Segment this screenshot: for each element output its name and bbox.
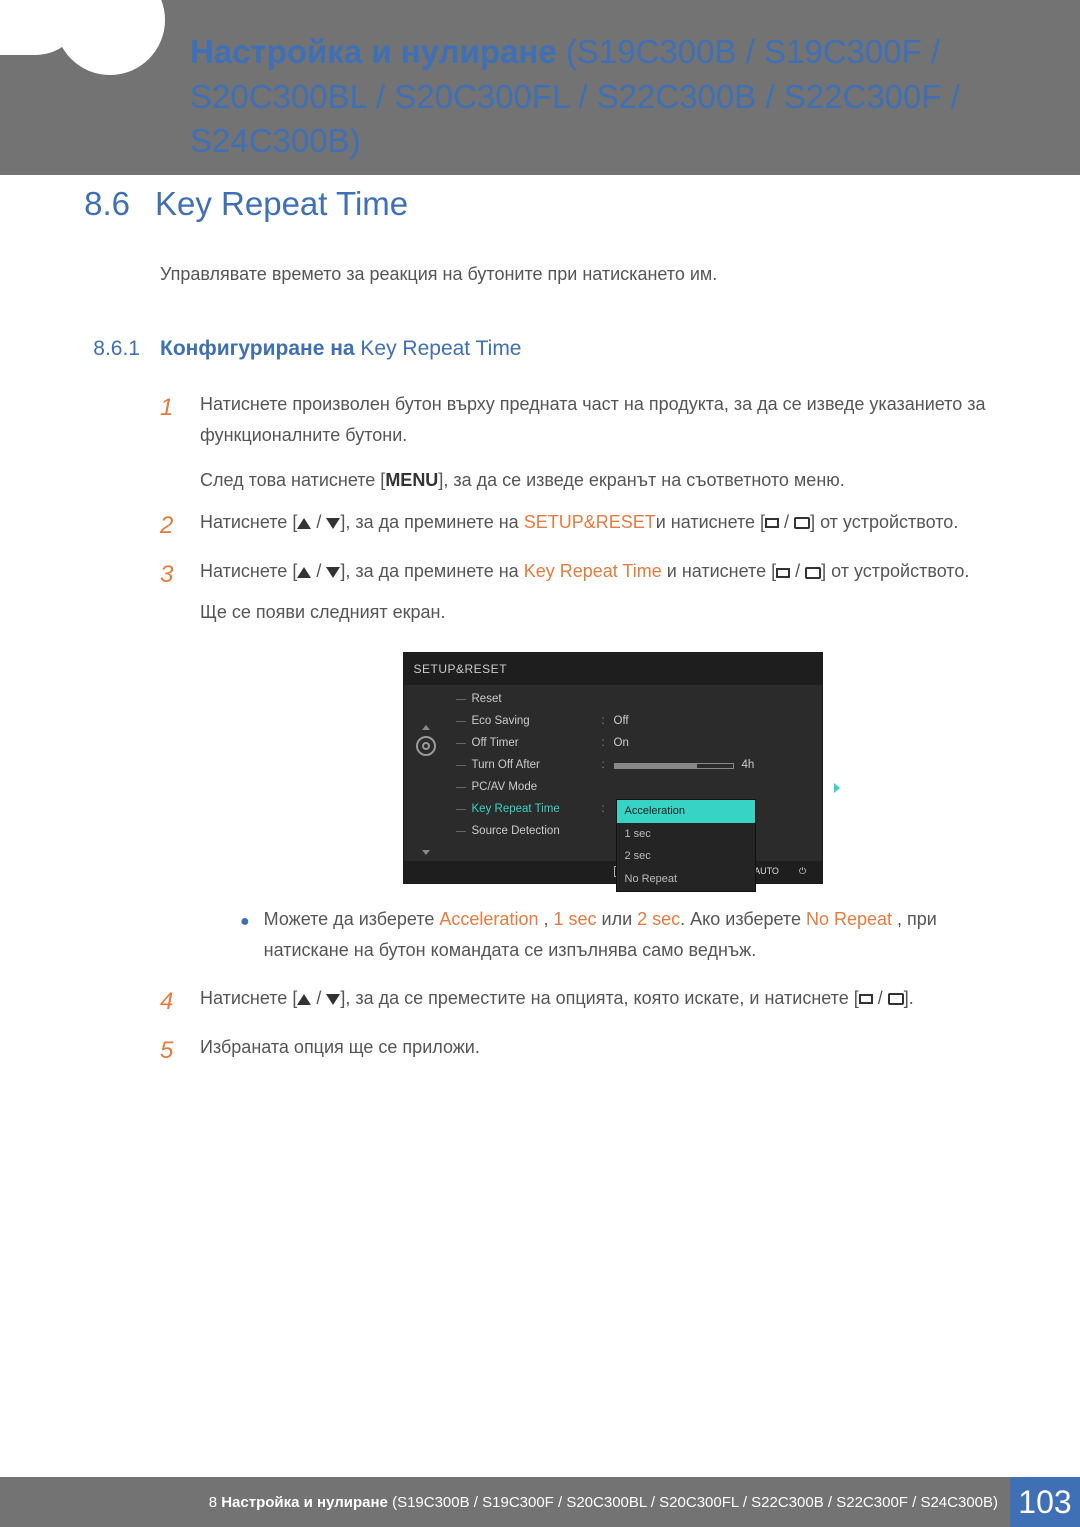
osd-popup: Acceleration 1 sec 2 sec No Repeat: [616, 799, 756, 892]
section-body: Управлявате времето за реакция на бутони…: [160, 261, 1025, 1070]
step-body: Натиснете [ / ], за да преминете на Key …: [200, 556, 1025, 965]
menu-key-label: MENU: [385, 470, 438, 490]
step-5: 5 Избраната опция ще се приложи.: [160, 1032, 1025, 1069]
bullet-icon: ●: [240, 904, 250, 965]
page-number: 103: [1010, 1477, 1080, 1527]
key-repeat-time-label: Key Repeat Time: [524, 561, 662, 581]
step-3: 3 Натиснете [ / ], за да преминете на Ke…: [160, 556, 1025, 965]
arrow-right-icon: [834, 783, 840, 793]
step-number: 1: [160, 389, 182, 495]
header-circle-shape: [55, 0, 165, 75]
enter-icon: [888, 993, 904, 1005]
step-1: 1 Натиснете произволен бутон върху предн…: [160, 389, 1025, 495]
osd-item-reset: Reset: [472, 690, 602, 710]
osd-item-turnoff: Turn Off After: [472, 756, 602, 776]
section-title: Key Repeat Time: [155, 185, 408, 223]
step-number: 5: [160, 1032, 182, 1069]
osd-screenshot: SETUP&RESET Reset Eco Saving:Off Off Tim…: [403, 652, 823, 884]
step-body: Избраната опция ще се приложи.: [200, 1032, 1025, 1069]
step-body: Натиснете [ / ], за да преминете на SETU…: [200, 507, 1025, 544]
step-number: 4: [160, 983, 182, 1020]
intro-paragraph: Управлявате времето за реакция на бутони…: [160, 261, 1025, 289]
osd-item-pcav: PC/AV Mode: [472, 778, 602, 798]
step-2: 2 Натиснете [ / ], за да преминете на SE…: [160, 507, 1025, 544]
up-arrow-icon: [297, 518, 311, 529]
osd-item-eco: Eco Saving: [472, 712, 602, 732]
gear-icon: [416, 736, 436, 756]
step-body: Натиснете [ / ], за да се преместите на …: [200, 983, 1025, 1020]
osd-title: SETUP&RESET: [404, 653, 822, 685]
step-body: Натиснете произволен бутон върху преднат…: [200, 389, 1025, 495]
source-icon: [859, 994, 873, 1004]
down-arrow-icon: [326, 994, 340, 1005]
source-icon: [776, 568, 790, 578]
osd-item-offtimer: Off Timer: [472, 734, 602, 754]
note-bullet: ● Можете да изберете Acceleration , 1 se…: [240, 904, 1025, 965]
source-icon: [765, 518, 779, 528]
subsection-heading: 8.6.1 Конфигуриране на Key Repeat Time: [160, 333, 1025, 366]
osd-item-krt: Key Repeat Time: [472, 800, 602, 820]
page-header: Настройка и нулиране (S19C300B / S19C300…: [0, 0, 1080, 175]
osd-item-srcdet: Source Detection: [472, 822, 602, 842]
osd-btn-power-icon: ⏻: [794, 866, 812, 877]
osd-sidebar: [404, 685, 448, 861]
osd-option-acceleration: Acceleration: [617, 800, 755, 823]
section-number: 8.6: [60, 185, 130, 223]
step-number: 2: [160, 507, 182, 544]
step-4: 4 Натиснете [ / ], за да се преместите н…: [160, 983, 1025, 1020]
osd-menu: Reset Eco Saving:Off Off Timer:On Turn O…: [448, 685, 822, 861]
enter-icon: [805, 567, 821, 579]
up-arrow-icon: [297, 994, 311, 1005]
step-number: 3: [160, 556, 182, 965]
enter-icon: [794, 517, 810, 529]
osd-slider: [614, 763, 734, 769]
header-title: Настройка и нулиране (S19C300B / S19C300…: [190, 30, 1080, 164]
osd-footer: ◂ ▾ ▴ ⏎ AUTO ⏻: [404, 861, 822, 883]
header-title-prefix: Настройка и нулиране: [190, 33, 557, 70]
up-arrow-icon: [297, 567, 311, 578]
osd-option-norepeat: No Repeat: [617, 868, 755, 891]
section-heading: 8.6 Key Repeat Time: [60, 185, 1025, 223]
footer-chapter: 8 Настройка и нулиране (S19C300B / S19C3…: [0, 1477, 1010, 1527]
osd-option-2sec: 2 sec: [617, 845, 755, 868]
page-content: 8.6 Key Repeat Time Управлявате времето …: [60, 185, 1025, 1437]
setup-reset-label: SETUP&RESET: [524, 512, 656, 532]
subsection-number: 8.6.1: [70, 333, 140, 366]
osd-btn-auto: AUTO: [758, 866, 776, 877]
page-footer: 8 Настройка и нулиране (S19C300B / S19C3…: [0, 1477, 1080, 1527]
bullet-text: Можете да изберете Acceleration , 1 sec …: [264, 904, 1025, 965]
down-arrow-icon: [326, 518, 340, 529]
down-arrow-icon: [326, 567, 340, 578]
subsection-title: Конфигуриране на Key Repeat Time: [160, 333, 522, 366]
